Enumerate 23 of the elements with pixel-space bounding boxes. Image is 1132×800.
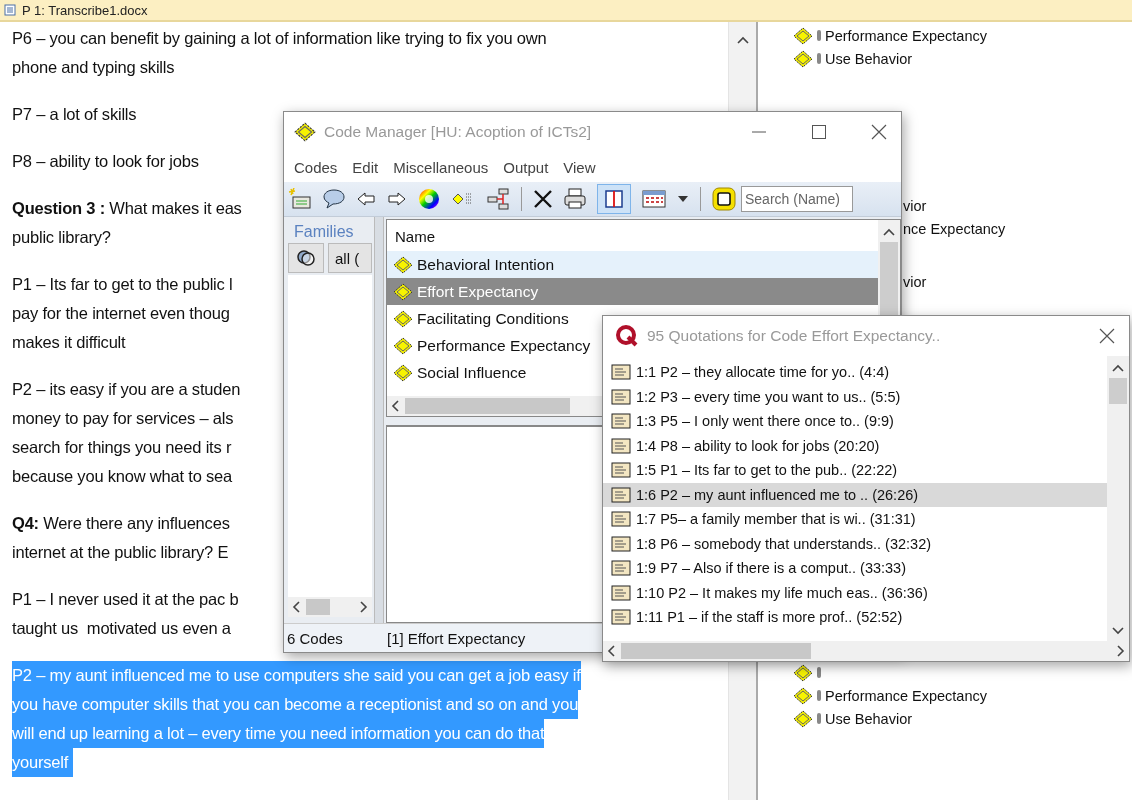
- document-line: public library?: [12, 227, 111, 248]
- status-text: 6 Codes: [286, 629, 344, 647]
- document-line: P1 – I never used it at the pac b: [12, 589, 239, 610]
- document-line: internet at the public library? E: [12, 542, 229, 563]
- document-line: P6 – you can benefit by gaining a lot of information like trying to fix you own: [12, 28, 547, 49]
- document-line: P8 – ability to look for jobs: [12, 151, 199, 172]
- document-line: search for things you need its r: [12, 437, 232, 458]
- document-line: Q4: Were there any influences: [12, 513, 230, 534]
- document-line: pay for the internet even thoug: [12, 303, 230, 324]
- document-line: P1 – Its far to get to the public l: [12, 274, 233, 295]
- status-text: [1] Effort Expectancy: [386, 629, 526, 647]
- document-line: P2 – its easy if you are a studen: [12, 379, 241, 400]
- document-line: Question 3 : What makes it eas: [12, 198, 242, 219]
- document-line: P7 – a lot of skills: [12, 104, 137, 125]
- document-title: P 1: Transcribe1.docx: [22, 2, 148, 18]
- document-line: makes it difficult: [12, 332, 126, 353]
- document-line: phone and typing skills: [12, 57, 175, 78]
- window-title: 95 Quotations for Code Effort Expectancy..: [647, 327, 941, 345]
- document-line: money to pay for services – als: [12, 408, 234, 429]
- document-line: taught us motivated us even a: [12, 618, 231, 639]
- document-line: because you know what to sea: [12, 466, 233, 487]
- families-label: Families: [293, 222, 355, 242]
- window-title: Code Manager [HU: Acoption of ICTs2]: [324, 123, 592, 141]
